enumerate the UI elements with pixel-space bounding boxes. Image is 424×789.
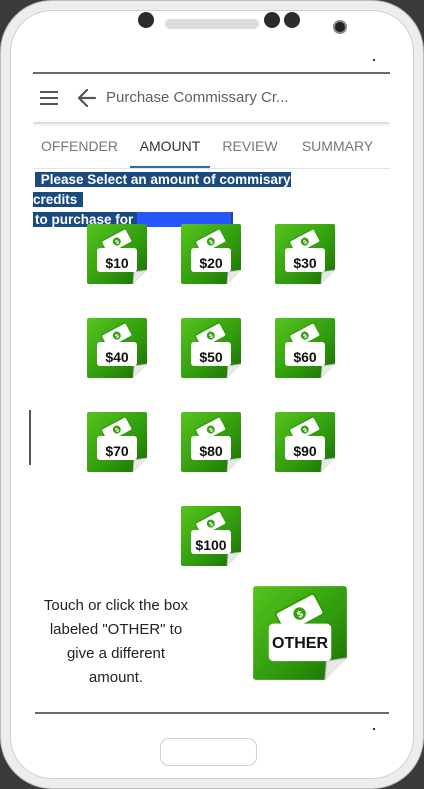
back-arrow-icon[interactable] — [77, 87, 97, 109]
home-button[interactable] — [160, 738, 257, 766]
tab-review[interactable]: REVIEW — [215, 130, 285, 166]
tab-summary[interactable]: SUMMARY — [295, 130, 380, 166]
other-hint: Touch or click the box labeled "OTHER" t… — [33, 594, 199, 690]
hint-line-4: amount. — [88, 669, 144, 686]
amount-prompt: Please Select an amount of commisary cre… — [33, 170, 343, 230]
camera-icon — [138, 12, 154, 28]
money-icon: $ — [253, 586, 347, 680]
money-icon: $ — [87, 412, 148, 473]
amount-button[interactable]: $ $50 — [179, 316, 243, 380]
step-tabs: OFFENDER AMOUNT REVIEW SUMMARY — [33, 130, 390, 169]
front-camera-icon — [333, 20, 347, 34]
money-icon: $ — [181, 318, 242, 379]
app-screen: Purchase Commissary Cr... OFFENDER AMOUN… — [33, 72, 390, 714]
tab-amount[interactable]: AMOUNT — [130, 130, 210, 168]
amount-button[interactable]: $ $60 — [273, 316, 337, 380]
sensor-icon — [284, 12, 300, 28]
money-icon: $ — [87, 224, 148, 285]
money-icon: $ — [181, 412, 242, 473]
corner-mark — [373, 728, 375, 730]
money-icon: $ — [181, 506, 242, 567]
hint-line-3: give a different — [66, 645, 166, 662]
tab-offender[interactable]: OFFENDER — [33, 130, 126, 166]
prompt-line-1: Please Select an amount of commisary cre… — [33, 172, 291, 207]
app-bar: Purchase Commissary Cr... — [33, 74, 390, 122]
amount-button[interactable]: $ $30 — [273, 222, 337, 286]
amount-button[interactable]: $ $40 — [85, 316, 149, 380]
menu-icon[interactable] — [40, 91, 60, 105]
speaker-grille — [165, 19, 259, 29]
hint-line-1: Touch or click the box — [43, 597, 189, 614]
money-icon: $ — [275, 318, 336, 379]
amount-button[interactable]: $ $10 — [85, 222, 149, 286]
sensor-icon — [264, 12, 280, 28]
money-icon: $ — [275, 412, 336, 473]
other-amount-button[interactable]: $ OTHER — [250, 583, 350, 683]
money-icon: $ — [87, 318, 148, 379]
amount-button[interactable]: $ $90 — [273, 410, 337, 474]
amount-button[interactable]: $ $20 — [179, 222, 243, 286]
amount-button[interactable]: $ $70 — [85, 410, 149, 474]
money-icon: $ — [181, 224, 242, 285]
page-title: Purchase Commissary Cr... — [106, 89, 289, 106]
divider — [35, 712, 389, 714]
corner-mark — [373, 59, 375, 61]
text-cursor — [29, 410, 31, 465]
amount-button[interactable]: $ $80 — [179, 410, 243, 474]
money-icon: $ — [275, 224, 336, 285]
amount-button[interactable]: $ $100 — [179, 504, 243, 568]
hint-line-2: labeled "OTHER" to — [49, 621, 183, 638]
